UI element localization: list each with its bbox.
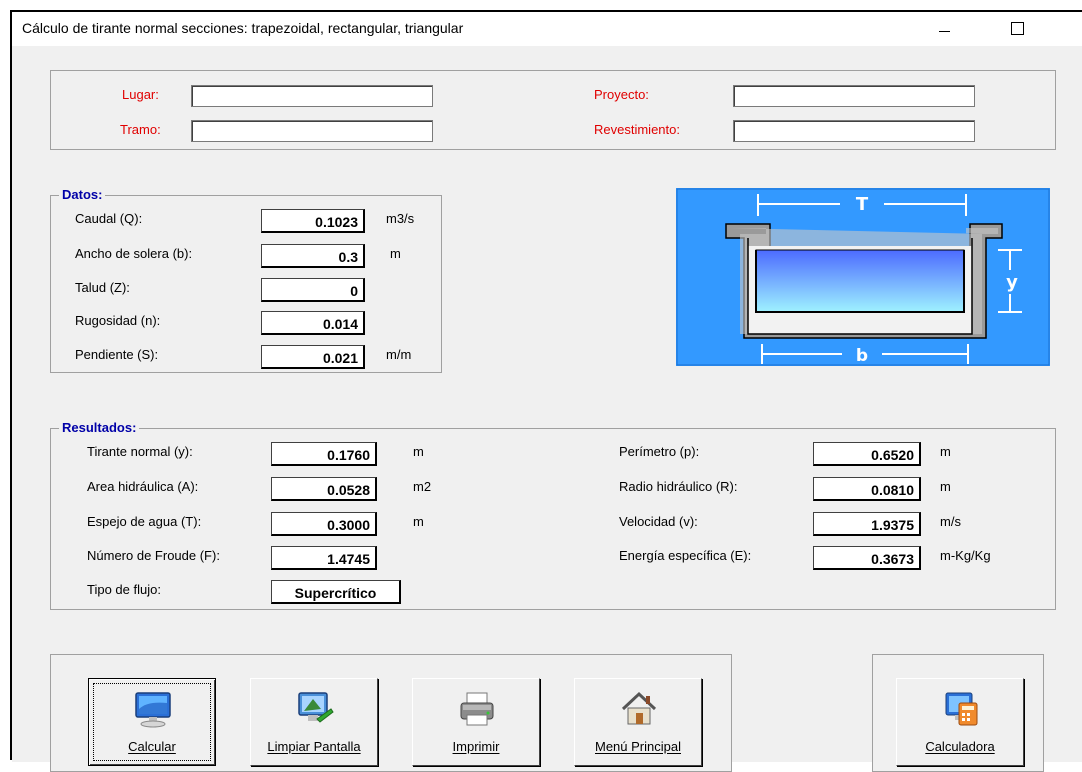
- radio-label: Radio hidráulico (R):: [619, 479, 738, 494]
- radio-value: 0.0810: [813, 477, 921, 501]
- home-icon: [621, 691, 657, 725]
- revestimiento-label: Revestimiento:: [594, 122, 680, 137]
- limpiar-pantalla-button[interactable]: Limpiar Pantalla: [250, 678, 378, 766]
- calculadora-label: Calculadora: [925, 739, 995, 754]
- monitor-icon: [135, 692, 171, 728]
- tirante-unit: m: [413, 444, 424, 459]
- pendiente-input[interactable]: 0.021: [261, 345, 365, 369]
- area-value: 0.0528: [271, 477, 377, 501]
- calcular-button[interactable]: Calcular: [88, 678, 216, 766]
- velocidad-label: Velocidad (v):: [619, 514, 698, 529]
- pendiente-label: Pendiente (S):: [75, 347, 159, 362]
- app-window: Cálculo de tirante normal secciones: tra…: [10, 10, 1082, 772]
- espejo-value: 0.3000: [271, 512, 377, 536]
- tirante-label: Tirante normal (y):: [87, 444, 193, 459]
- proyecto-label: Proyecto:: [594, 87, 649, 102]
- velocidad-value: 1.9375: [813, 512, 921, 536]
- resultados-group: Resultados: Tirante normal (y): 0.1760 m…: [50, 420, 1056, 610]
- info-group: Lugar: Tramo: Proyecto: Revestimiento:: [50, 70, 1056, 150]
- perimetro-value: 0.6520: [813, 442, 921, 466]
- ancho-label: Ancho de solera (b):: [75, 246, 193, 261]
- caudal-label: Caudal (Q):: [75, 211, 143, 226]
- energia-unit: m-Kg/Kg: [940, 548, 991, 563]
- printer-icon: [460, 692, 494, 726]
- perimetro-label: Perímetro (p):: [619, 444, 700, 459]
- froude-value: 1.4745: [271, 546, 377, 570]
- minimize-button[interactable]: [922, 14, 968, 44]
- calculator-computer-icon: [945, 692, 978, 726]
- tipo-flujo-label: Tipo de flujo:: [87, 582, 161, 597]
- title-bar: Cálculo de tirante normal secciones: tra…: [12, 12, 1082, 46]
- proyecto-input[interactable]: [733, 85, 975, 107]
- talud-label: Talud (Z):: [75, 280, 130, 295]
- window-title: Cálculo de tirante normal secciones: tra…: [22, 20, 464, 36]
- espejo-label: Espejo de agua (T):: [87, 514, 202, 529]
- lugar-input[interactable]: [191, 85, 433, 107]
- energia-label: Energía específica (E):: [619, 548, 752, 563]
- ancho-input[interactable]: 0.3: [261, 244, 365, 268]
- tramo-input[interactable]: [191, 120, 433, 142]
- imprimir-button[interactable]: Imprimir: [412, 678, 540, 766]
- froude-label: Número de Froude (F):: [87, 548, 220, 563]
- datos-group: Datos: Caudal (Q): 0.1023 m3/s Ancho de …: [50, 187, 442, 373]
- rugosidad-label: Rugosidad (n):: [75, 313, 161, 328]
- imprimir-label: Imprimir: [452, 739, 500, 754]
- espejo-unit: m: [413, 514, 424, 529]
- tirante-value: 0.1760: [271, 442, 377, 466]
- rugosidad-input[interactable]: 0.014: [261, 311, 365, 335]
- channel-section-diagram: T y b: [676, 188, 1050, 366]
- clean-screen-icon: [298, 692, 334, 723]
- menu-principal-label: Menú Principal: [595, 739, 681, 754]
- datos-legend: Datos:: [59, 187, 106, 202]
- velocidad-unit: m/s: [940, 514, 961, 529]
- menu-principal-button[interactable]: Menú Principal: [574, 678, 702, 766]
- ancho-unit: m: [390, 246, 401, 261]
- caudal-unit: m3/s: [386, 211, 415, 226]
- diagram-label-b: b: [856, 346, 868, 366]
- calculadora-button[interactable]: Calculadora: [896, 678, 1024, 766]
- tipo-flujo-value: Supercrítico: [271, 580, 401, 604]
- area-label: Area hidráulica (A):: [87, 479, 199, 494]
- area-unit: m2: [413, 479, 432, 494]
- talud-input[interactable]: 0: [261, 278, 365, 302]
- perimetro-unit: m: [940, 444, 951, 459]
- diagram-label-t: T: [856, 194, 869, 215]
- tramo-label: Tramo:: [120, 122, 161, 137]
- energia-value: 0.3673: [813, 546, 921, 570]
- pendiente-unit: m/m: [386, 347, 412, 362]
- calcular-label: Calcular: [128, 739, 176, 754]
- lugar-label: Lugar:: [122, 87, 159, 102]
- maximize-button[interactable]: [994, 14, 1040, 44]
- client-area: Lugar: Tramo: Proyecto: Revestimiento: D…: [12, 46, 1082, 772]
- diagram-label-y: y: [1006, 272, 1018, 293]
- radio-unit: m: [940, 479, 951, 494]
- resultados-legend: Resultados:: [59, 420, 140, 435]
- caudal-input[interactable]: 0.1023: [261, 209, 365, 233]
- limpiar-pantalla-label: Limpiar Pantalla: [267, 739, 361, 754]
- revestimiento-input[interactable]: [733, 120, 975, 142]
